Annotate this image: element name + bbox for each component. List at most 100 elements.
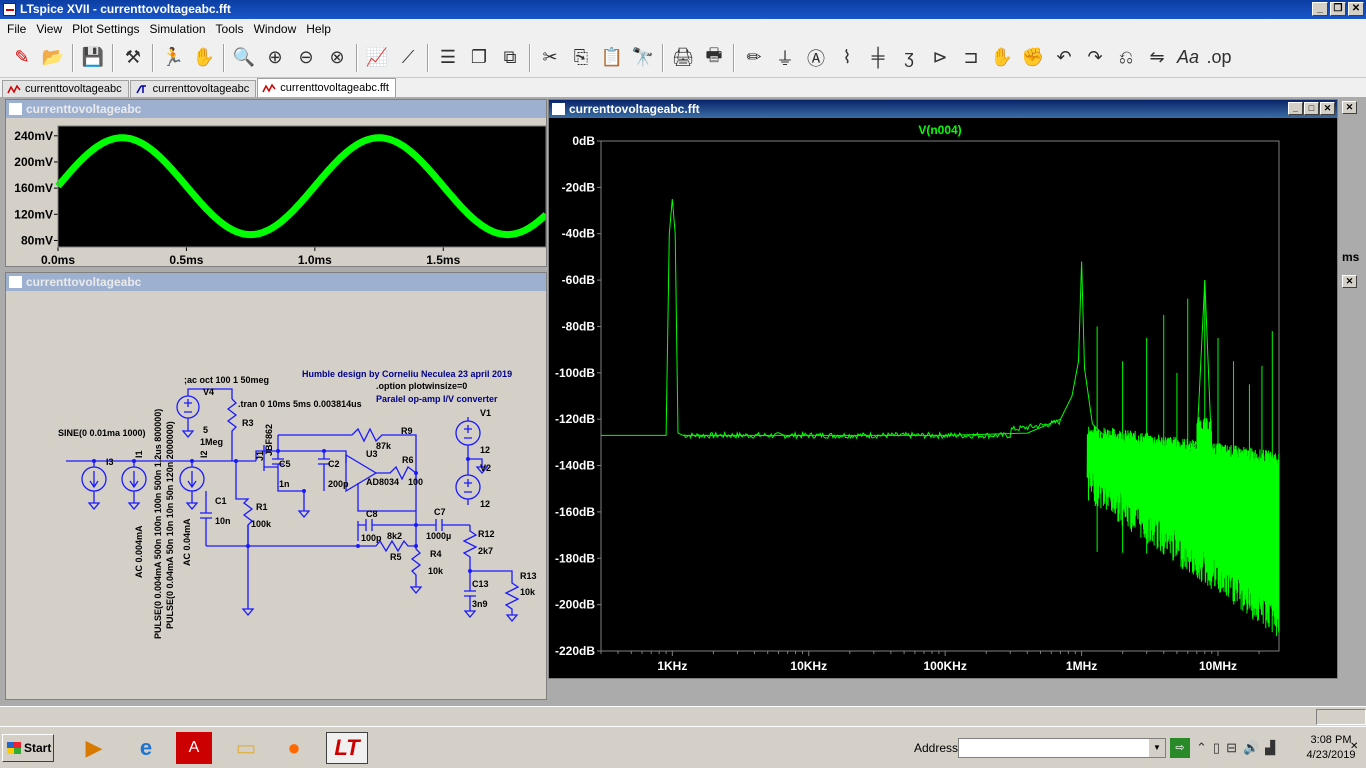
- mdi-close-button[interactable]: ✕: [1342, 275, 1357, 288]
- mirror-icon[interactable]: ⇋: [1143, 44, 1171, 72]
- fft-plot-area[interactable]: V(n004) 0dB -20dB -40dB -60dB -80dB -100dB -120…: [549, 118, 1337, 678]
- pan-icon[interactable]: ⊕: [261, 44, 289, 72]
- zoom-fit-icon[interactable]: ⊗: [323, 44, 351, 72]
- close-button[interactable]: ✕: [1348, 2, 1364, 16]
- schematic-icon: [9, 276, 22, 288]
- restore-button[interactable]: ❐: [1330, 2, 1346, 16]
- r13-value: 10k: [520, 587, 536, 597]
- component-icon[interactable]: ⊐: [957, 44, 985, 72]
- inductor-icon[interactable]: ʒ: [895, 44, 923, 72]
- menu-tools[interactable]: Tools: [211, 22, 249, 36]
- signal-icon[interactable]: ▟: [1265, 740, 1275, 756]
- mdi-close-button[interactable]: ✕: [1342, 101, 1357, 114]
- pulse2-label: PULSE(0 0.04mA 50n 10n 10n 50n 120n 2000…: [165, 421, 175, 629]
- paste-icon[interactable]: 📋: [598, 44, 626, 72]
- media-player-icon[interactable]: ▶: [76, 732, 112, 764]
- move-icon[interactable]: ✋: [988, 44, 1016, 72]
- ltspice-taskbar-icon[interactable]: LT: [326, 732, 368, 764]
- zoom-in-icon[interactable]: 🔍: [230, 44, 258, 72]
- menu-view[interactable]: View: [31, 22, 67, 36]
- diode-icon[interactable]: ⊳: [926, 44, 954, 72]
- new-schematic-icon[interactable]: ✎: [8, 44, 36, 72]
- design-credit-label[interactable]: Humble design by Corneliu Neculea 23 apr…: [302, 369, 512, 379]
- menu-simulation[interactable]: Simulation: [145, 22, 211, 36]
- menu-plot-settings[interactable]: Plot Settings: [67, 22, 144, 36]
- time-plot-window[interactable]: currenttovoltageabc 240mV 200mV 160mV 120mV…: [5, 99, 549, 267]
- find-icon[interactable]: 🔭: [629, 44, 657, 72]
- rotate-icon[interactable]: ⎌: [1112, 44, 1140, 72]
- run-icon[interactable]: 🏃: [159, 44, 187, 72]
- fft-window[interactable]: currenttovoltageabc.fft _ □ ✕ V(n004) 0dB…: [548, 99, 1338, 679]
- maximize-button[interactable]: □: [1304, 102, 1319, 115]
- print-setup-icon[interactable]: 🖶: [700, 44, 728, 72]
- undo-icon[interactable]: ↶: [1050, 44, 1078, 72]
- wire-icon[interactable]: ✏: [740, 44, 768, 72]
- trace-name[interactable]: V(n004): [918, 123, 961, 137]
- tran-directive-label[interactable]: .tran 0 10ms 5ms 0.003814us: [238, 399, 362, 409]
- c2-value: 200p: [328, 479, 349, 489]
- menu-help[interactable]: Help: [301, 22, 336, 36]
- autorange-icon[interactable]: 📈: [363, 44, 391, 72]
- halt-icon[interactable]: ✋: [190, 44, 218, 72]
- fft-titlebar[interactable]: currenttovoltageabc.fft _ □ ✕: [549, 100, 1337, 118]
- tab-label: currenttovoltageabc.fft: [280, 82, 389, 94]
- tile-horizontal-icon[interactable]: ☰: [434, 44, 462, 72]
- chevron-up-icon[interactable]: ⌃: [1196, 740, 1207, 756]
- cursor-icon[interactable]: ⟋: [394, 44, 422, 72]
- control-panel-icon[interactable]: ⚒: [119, 44, 147, 72]
- tab-fft[interactable]: currenttovoltageabc.fft: [257, 78, 396, 97]
- save-icon[interactable]: 💾: [79, 44, 107, 72]
- redo-icon[interactable]: ↷: [1081, 44, 1109, 72]
- toolbar-separator: [733, 43, 735, 72]
- firefox-icon[interactable]: ●: [276, 732, 312, 764]
- label-net-icon[interactable]: Ⓐ: [802, 44, 830, 72]
- tab-waveform[interactable]: currenttovoltageabc: [2, 80, 129, 97]
- print-icon[interactable]: 🖨: [669, 44, 697, 72]
- ground-icon[interactable]: ⏚: [771, 44, 799, 72]
- drag-icon[interactable]: ✊: [1019, 44, 1047, 72]
- capacitor-icon[interactable]: ╪: [864, 44, 892, 72]
- schematic-canvas[interactable]: ;ac oct 100 1 50meg .tran 0 10ms 5ms 0.0…: [6, 291, 546, 699]
- resistor-icon[interactable]: ⌇: [833, 44, 861, 72]
- network-icon[interactable]: ⊟: [1226, 740, 1237, 756]
- show-desktop-icon[interactable]: ✕: [1350, 741, 1358, 752]
- minimize-button[interactable]: _: [1312, 2, 1328, 16]
- schematic-titlebar[interactable]: currenttovoltageabc: [6, 273, 546, 291]
- device-icon[interactable]: ▯: [1213, 740, 1220, 756]
- tile-vertical-icon[interactable]: ⧉: [496, 44, 524, 72]
- time-plot-titlebar[interactable]: currenttovoltageabc: [6, 100, 546, 118]
- file-explorer-icon[interactable]: ▭: [228, 732, 264, 764]
- waveform-icon: [7, 84, 21, 94]
- menu-window[interactable]: Window: [249, 22, 302, 36]
- address-input[interactable]: ▼: [958, 738, 1166, 758]
- copy-icon[interactable]: ⎘: [567, 44, 595, 72]
- text-icon[interactable]: Aa: [1174, 44, 1202, 72]
- zoom-out-icon[interactable]: ⊖: [292, 44, 320, 72]
- pulse1-label: PULSE(0 0.004mA 500n 100n 100n 500n 1.2u…: [153, 409, 163, 639]
- volume-icon[interactable]: 🔊: [1243, 740, 1259, 756]
- open-folder-icon[interactable]: 📂: [39, 44, 67, 72]
- pdf-reader-icon[interactable]: A: [176, 732, 212, 764]
- schematic-window[interactable]: currenttovoltageabc ;ac oct 100 1 50meg …: [5, 272, 547, 700]
- spice-directive-icon[interactable]: .op: [1205, 44, 1233, 72]
- start-button[interactable]: Start: [2, 734, 54, 762]
- y-tick-label: -60dB: [562, 273, 596, 287]
- close-button[interactable]: ✕: [1320, 102, 1335, 115]
- minimize-button[interactable]: _: [1288, 102, 1303, 115]
- cascade-icon[interactable]: ❐: [465, 44, 493, 72]
- tab-schematic[interactable]: currenttovoltageabc: [129, 80, 257, 97]
- schematic-drawing: ;ac oct 100 1 50meg .tran 0 10ms 5ms 0.0…: [58, 369, 537, 639]
- converter-description-label[interactable]: Paralel op-amp I/V converter: [376, 394, 498, 404]
- r12-value: 2k7: [478, 546, 493, 556]
- sine-source-label[interactable]: SINE(0 0.01ma 1000): [58, 428, 146, 438]
- cut-icon[interactable]: ✂: [536, 44, 564, 72]
- internet-explorer-icon[interactable]: e: [128, 732, 164, 764]
- time-plot-area[interactable]: 240mV 200mV 160mV 120mV 80mV 0.0ms 0.5ms 1.0ms 1…: [6, 118, 549, 267]
- go-button[interactable]: ⇨: [1170, 738, 1190, 758]
- i1-label: I1: [134, 450, 144, 458]
- y-tick-label: 200mV: [14, 155, 53, 169]
- ac-directive-label[interactable]: ;ac oct 100 1 50meg: [184, 375, 269, 385]
- chevron-down-icon[interactable]: ▼: [1149, 739, 1165, 757]
- option-directive-label[interactable]: .option plotwinsize=0: [376, 381, 467, 391]
- menu-file[interactable]: File: [2, 22, 31, 36]
